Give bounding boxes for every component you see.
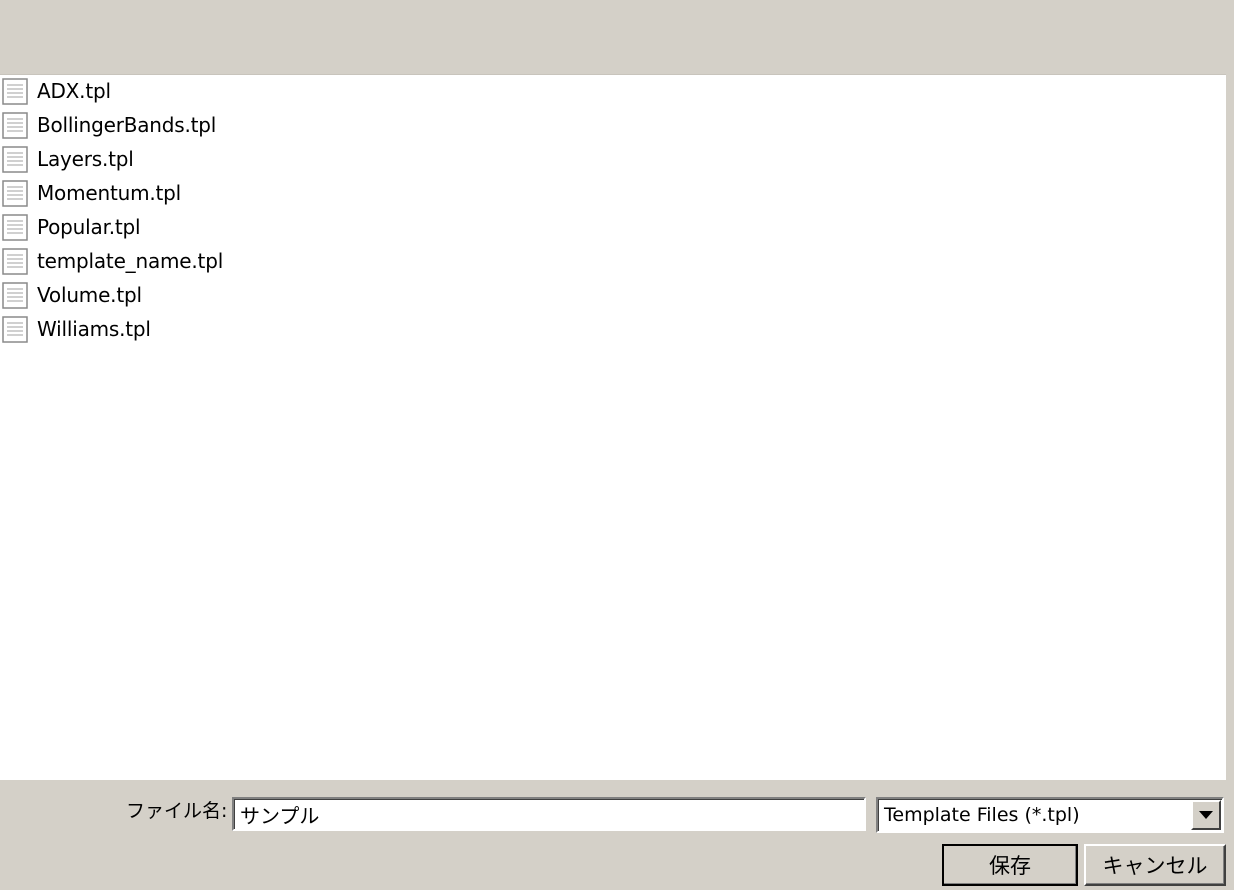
save-button[interactable]: 保存 [942,844,1078,886]
document-icon [2,213,28,241]
file-item-3[interactable]: Momentum.tpl [2,178,181,208]
chevron-down-icon [1199,811,1213,819]
filetype-select[interactable]: Template Files (*.tpl) [876,797,1224,833]
file-item-6[interactable]: Volume.tpl [2,280,142,310]
cancel-button[interactable]: キャンセル [1084,844,1226,886]
document-icon [2,315,28,343]
file-name: Layers.tpl [37,147,134,171]
file-name: Volume.tpl [37,283,142,307]
file-item-2[interactable]: Layers.tpl [2,144,134,174]
file-item-4[interactable]: Popular.tpl [2,212,141,242]
filetype-dropdown-button[interactable] [1191,800,1221,830]
file-item-1[interactable]: BollingerBands.tpl [2,110,216,140]
filename-label: ファイル名: [126,800,228,822]
document-icon [2,77,28,105]
file-list[interactable]: ADX.tpl BollingerBands.tpl Layers.tpl Mo… [0,74,1226,780]
file-item-0[interactable]: ADX.tpl [2,76,111,106]
file-name: template_name.tpl [37,249,224,273]
file-name: Momentum.tpl [37,181,182,205]
document-icon [2,281,28,309]
file-name: Williams.tpl [37,317,151,341]
file-name: BollingerBands.tpl [37,113,217,137]
document-icon [2,111,28,139]
filetype-value: Template Files (*.tpl) [884,804,1080,826]
filename-input[interactable] [232,797,866,831]
document-icon [2,247,28,275]
file-item-7[interactable]: Williams.tpl [2,314,151,344]
file-name: ADX.tpl [37,79,111,103]
document-icon [2,145,28,173]
document-icon [2,179,28,207]
file-item-5[interactable]: template_name.tpl [2,246,223,276]
save-dialog: ADX.tpl BollingerBands.tpl Layers.tpl Mo… [0,0,1234,890]
file-name: Popular.tpl [37,215,141,239]
